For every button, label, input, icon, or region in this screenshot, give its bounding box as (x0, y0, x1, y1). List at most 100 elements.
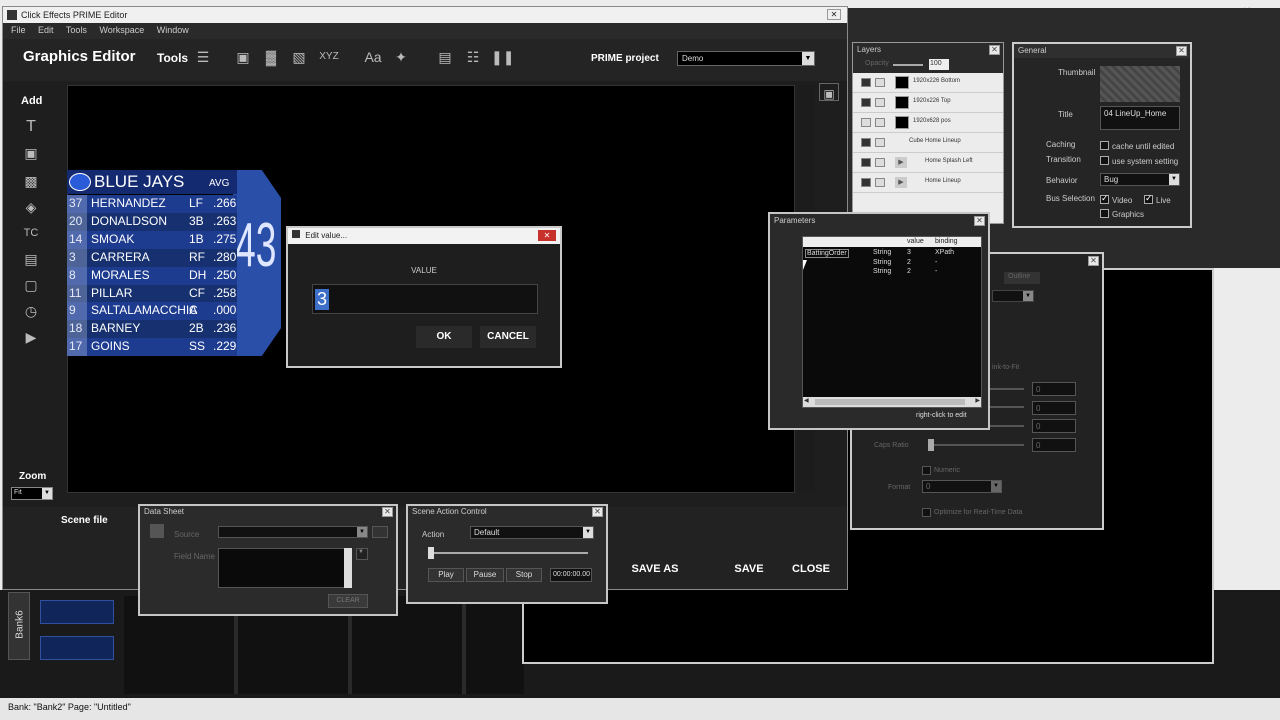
scroll-thumb[interactable] (815, 399, 965, 405)
menu-edit[interactable]: Edit (38, 25, 54, 35)
cache-until-edited-checkbox[interactable] (1100, 141, 1109, 150)
bank-slot-2[interactable] (40, 636, 114, 660)
save-as-button[interactable]: SAVE AS (625, 557, 685, 581)
menu-workspace[interactable]: Workspace (99, 25, 144, 35)
pause-bars-icon[interactable]: ❚❚ (491, 47, 514, 67)
layer-item[interactable]: ▶ Home Lineup (853, 173, 1003, 193)
bank-tab[interactable]: Bank6 (8, 592, 30, 660)
field-name-dropdown[interactable]: ▼ (356, 548, 368, 560)
roster-graphic[interactable]: 43 BLUE JAYS AVG 37 HERNANDEZ LF .266 20 DONA… (67, 170, 281, 357)
zoom-select[interactable]: Fit ▼ (11, 487, 53, 500)
eye-icon[interactable] (861, 178, 871, 187)
lock-icon[interactable] (875, 138, 885, 147)
close-icon[interactable]: ✕ (538, 230, 556, 241)
lock-icon[interactable] (875, 178, 885, 187)
thumbnail-image[interactable] (1100, 66, 1180, 102)
add-image-text-icon[interactable]: ▩ (21, 171, 41, 191)
format-select[interactable]: 0 ▼ (922, 480, 1002, 493)
menu-file[interactable]: File (11, 25, 26, 35)
close-button[interactable]: CLOSE (781, 557, 841, 581)
close-icon[interactable]: ✕ (827, 9, 841, 20)
magic-wand-icon[interactable]: ✦ (391, 47, 411, 67)
xyz-icon[interactable]: XYZ (319, 47, 339, 67)
save-button[interactable]: SAVE (719, 557, 779, 581)
ok-button[interactable]: OK (416, 326, 472, 348)
project-select[interactable]: Demo ▼ (677, 51, 815, 66)
cancel-button[interactable]: CANCEL (480, 326, 536, 348)
menu-window[interactable]: Window (157, 25, 189, 35)
behind-field-3[interactable]: 0 (1032, 419, 1076, 433)
eye-icon[interactable] (861, 158, 871, 167)
expand-icon[interactable]: ▶ (895, 177, 907, 188)
behind-field-1[interactable]: 0 (1032, 382, 1076, 396)
field-name-scrollbar[interactable] (344, 548, 352, 588)
lock-icon[interactable] (875, 78, 885, 87)
source-add-button[interactable] (372, 526, 388, 538)
opacity-input[interactable]: 100 (929, 59, 949, 70)
behavior-select[interactable]: Bug ▼ (1100, 173, 1180, 186)
preview-image-icon[interactable]: ▣ (819, 83, 839, 101)
parameter-row[interactable]: String 2 - (803, 268, 981, 277)
timeline-slider[interactable] (428, 547, 588, 559)
parameters-table[interactable]: value binding BattingOrder String 3 XPath St… (802, 236, 982, 408)
expand-icon[interactable]: ▶ (895, 157, 907, 168)
optimize-checkbox[interactable] (922, 508, 931, 517)
bus-graphics-checkbox[interactable] (1100, 209, 1109, 218)
lock-icon[interactable] (875, 118, 885, 127)
add-text-icon[interactable]: T (21, 117, 41, 137)
close-icon[interactable]: ✕ (989, 45, 1000, 55)
add-clock-icon[interactable]: ◷ (21, 301, 41, 321)
close-icon[interactable]: ✕ (1176, 46, 1187, 56)
layer-item[interactable]: ▶ Home Splash Left (853, 153, 1003, 173)
use-system-setting-checkbox[interactable] (1100, 156, 1109, 165)
add-shape-icon[interactable]: ◈ (21, 197, 41, 217)
clear-button[interactable]: CLEAR (328, 594, 368, 608)
behind-dropdown[interactable]: ▼ (992, 290, 1034, 302)
behind-field-2[interactable]: 0 (1032, 401, 1076, 415)
align-icon[interactable]: ▓ (261, 47, 281, 67)
parameter-row[interactable]: String 2 - (803, 259, 981, 268)
outline-tab[interactable]: Outline (1004, 272, 1040, 284)
close-icon[interactable]: ✕ (592, 507, 603, 517)
visibility-off-icon[interactable] (861, 118, 871, 127)
scroll-left-icon[interactable]: ◀ (804, 397, 809, 404)
eye-icon[interactable] (861, 98, 871, 107)
caps-ratio-handle[interactable] (928, 439, 934, 451)
cube-icon[interactable]: ▣ (233, 47, 253, 67)
crop-icon[interactable]: ▧ (289, 47, 309, 67)
text-style-icon[interactable]: Aa (363, 47, 383, 67)
opacity-slider[interactable] (893, 64, 923, 66)
stop-button[interactable]: Stop (506, 568, 542, 582)
add-data-icon[interactable]: ▤ (21, 249, 41, 269)
eye-icon[interactable] (861, 78, 871, 87)
eye-icon[interactable] (861, 138, 871, 147)
layer-item[interactable]: 1920x226 Bottom (853, 73, 1003, 93)
add-image-icon[interactable]: ▣ (21, 143, 41, 163)
action-select[interactable]: Default ▼ (470, 526, 594, 539)
layers-icon[interactable]: ☰ (193, 47, 213, 67)
lock-icon[interactable] (875, 158, 885, 167)
pause-button[interactable]: Pause (466, 568, 504, 582)
add-video-icon[interactable]: ▶ (21, 327, 41, 347)
parameters-hscrollbar[interactable]: ◀ ▶ (803, 397, 981, 407)
table-icon[interactable]: ☷ (463, 47, 483, 67)
field-name-list[interactable] (218, 548, 352, 588)
behind-field-4[interactable]: 0 (1032, 438, 1076, 452)
source-select[interactable]: ▼ (218, 526, 368, 538)
layer-item[interactable]: 1920x628 pos (853, 113, 1003, 133)
bus-video-checkbox[interactable] (1100, 193, 1109, 204)
bank-slot-1[interactable] (40, 600, 114, 624)
close-icon[interactable]: ✕ (1088, 256, 1099, 266)
caps-ratio-slider[interactable] (928, 439, 1024, 451)
close-icon[interactable]: ✕ (974, 216, 985, 226)
layer-item[interactable]: Cube Home Lineup (853, 133, 1003, 153)
numeric-checkbox[interactable] (922, 466, 931, 475)
timeline-handle[interactable] (428, 547, 434, 559)
close-icon[interactable]: ✕ (382, 507, 393, 517)
play-button[interactable]: Play (428, 568, 464, 582)
data-icon[interactable]: ▤ (435, 47, 455, 67)
layer-item[interactable]: 1920x226 Top (853, 93, 1003, 113)
menu-tools[interactable]: Tools (66, 25, 87, 35)
add-ticker-icon[interactable]: TC (21, 223, 41, 243)
parameter-row[interactable]: BattingOrder String 3 XPath (803, 249, 981, 258)
